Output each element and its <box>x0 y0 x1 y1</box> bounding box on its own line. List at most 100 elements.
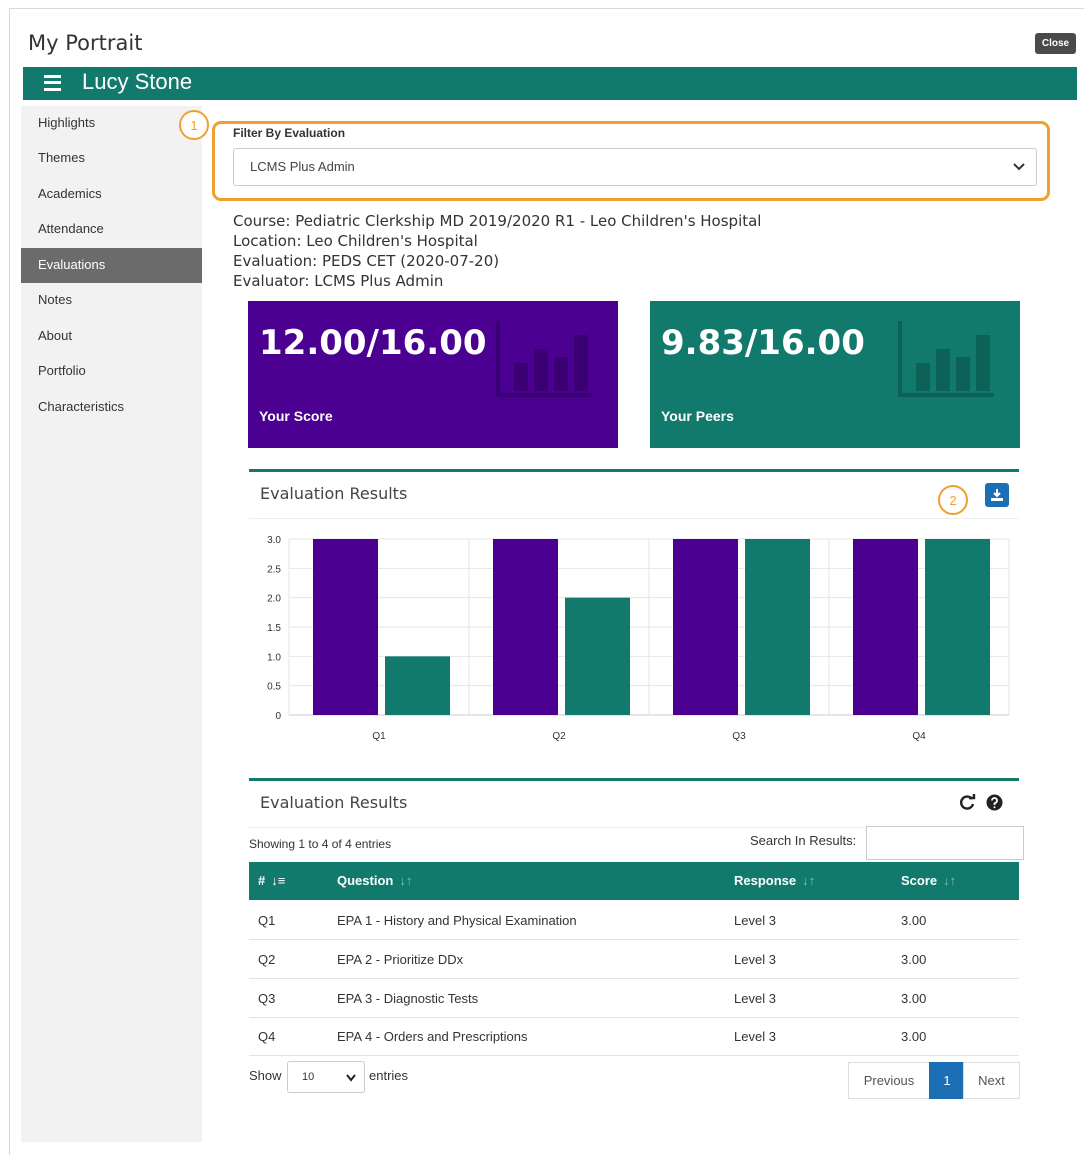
cell-number: Q2 <box>258 952 276 967</box>
bar-q1-series-1 <box>313 539 378 715</box>
column-header-question[interactable]: Question ↓↑ <box>337 873 412 888</box>
hamburger-icon[interactable] <box>42 73 66 93</box>
search-input[interactable] <box>866 826 1024 860</box>
y-tick-label: 3.0 <box>267 535 281 546</box>
table-row: Q3 EPA 3 - Diagnostic Tests Level 3 3.00 <box>249 979 1019 1018</box>
sidebar-item-portfolio[interactable]: Portfolio <box>21 354 202 389</box>
cell-number: Q3 <box>258 991 276 1006</box>
bar-q3-series-1 <box>673 539 738 715</box>
window-border-left <box>9 8 10 1155</box>
page-length-select[interactable]: 10 <box>287 1061 365 1093</box>
show-label: Show <box>249 1068 282 1083</box>
column-header-label: Score <box>901 873 938 888</box>
pagination-previous[interactable]: Previous <box>848 1062 930 1099</box>
column-header-label: # <box>258 873 266 888</box>
cell-question: EPA 4 - Orders and Prescriptions <box>337 1029 528 1044</box>
y-tick-label: 0.5 <box>267 682 281 693</box>
cell-question: EPA 2 - Prioritize DDx <box>337 952 464 967</box>
cell-score: 3.00 <box>901 991 927 1006</box>
your-score-value: 12.00/16.00 <box>259 323 487 363</box>
evaluation-bar-chart: 0 0.5 1.0 1.5 2.0 2.5 3.0 Q1 Q2 Q3 Q4 <box>267 535 1010 742</box>
download-icon <box>991 489 1003 501</box>
cell-response: Level 3 <box>734 913 776 928</box>
student-header-bar: Lucy Stone <box>21 67 1077 100</box>
pagination-page-1[interactable]: 1 <box>929 1062 965 1099</box>
y-tick-label: 2.0 <box>267 594 281 605</box>
sidebar-item-label: Highlights <box>38 115 96 130</box>
sidebar-item-about[interactable]: About <box>21 319 202 354</box>
course-info: Course: Pediatric Clerkship MD 2019/2020… <box>233 212 762 230</box>
sort-icon: ↓↑ <box>802 873 816 888</box>
sort-icon: ↓↑ <box>943 873 957 888</box>
close-button[interactable]: Close <box>1035 33 1076 54</box>
location-info: Location: Leo Children's Hospital <box>233 232 478 250</box>
y-tick-label: 2.5 <box>267 564 281 575</box>
cell-response: Level 3 <box>734 1029 776 1044</box>
column-header-score[interactable]: Score ↓↑ <box>901 873 956 888</box>
sidebar-item-notes[interactable]: Notes <box>21 283 202 318</box>
column-header-label: Response <box>734 873 797 888</box>
x-tick-label: Q4 <box>912 731 926 742</box>
panel-divider <box>249 518 1019 519</box>
sidebar-item-academics[interactable]: Academics <box>21 177 202 212</box>
your-peers-label: Your Peers <box>661 408 734 424</box>
sidebar-nav: Highlights Themes Academics Attendance E… <box>21 106 202 1142</box>
bar-chart-icon <box>898 321 994 397</box>
y-tick-label: 1.5 <box>267 623 281 634</box>
sidebar-item-characteristics[interactable]: Characteristics <box>21 390 202 425</box>
cell-response: Level 3 <box>734 952 776 967</box>
cell-number: Q1 <box>258 913 276 928</box>
sidebar-item-attendance[interactable]: Attendance <box>21 212 202 247</box>
search-label: Search In Results: <box>750 833 857 848</box>
evaluator-info: Evaluator: LCMS Plus Admin <box>233 272 444 290</box>
evaluation-info: Evaluation: PEDS CET (2020-07-20) <box>233 252 500 270</box>
sidebar-item-label: About <box>38 328 72 343</box>
sidebar-item-themes[interactable]: Themes <box>21 141 202 176</box>
help-icon[interactable] <box>986 794 1003 811</box>
table-row: Q2 EPA 2 - Prioritize DDx Level 3 3.00 <box>249 940 1019 979</box>
table-info: Showing 1 to 4 of 4 entries <box>249 837 392 851</box>
header-edge <box>21 67 23 100</box>
cell-score: 3.00 <box>901 952 927 967</box>
chevron-down-icon <box>346 1074 356 1082</box>
sidebar-item-label: Academics <box>38 186 102 201</box>
sort-icon: ↓↑ <box>399 873 413 888</box>
bar-q4-series-2 <box>925 539 990 715</box>
sidebar-item-label: Themes <box>38 150 85 165</box>
column-header-response[interactable]: Response ↓↑ <box>734 873 815 888</box>
your-peers-card: 9.83/16.00 Your Peers <box>650 301 1020 448</box>
filter-selected-value: LCMS Plus Admin <box>250 159 355 174</box>
column-header-number[interactable]: # ↓≡ <box>258 873 285 888</box>
table-row: Q4 EPA 4 - Orders and Prescriptions Leve… <box>249 1017 1019 1056</box>
x-tick-label: Q2 <box>552 731 566 742</box>
sidebar-item-evaluations[interactable]: Evaluations <box>21 248 202 283</box>
entries-label: entries <box>369 1068 409 1083</box>
cell-question: EPA 1 - History and Physical Examination <box>337 913 577 928</box>
download-button[interactable] <box>985 483 1009 507</box>
app-title: My Portrait <box>28 31 143 55</box>
table-row: Q1 EPA 1 - History and Physical Examinat… <box>249 901 1019 940</box>
your-peers-value: 9.83/16.00 <box>661 323 865 363</box>
sort-ascending-icon: ↓≡ <box>271 873 286 888</box>
sidebar-item-label: Characteristics <box>38 399 124 414</box>
evaluation-filter-select[interactable]: LCMS Plus Admin <box>233 148 1037 186</box>
callout-marker-1: 1 <box>179 110 209 140</box>
bar-q1-series-2 <box>385 656 450 715</box>
sidebar-item-highlights[interactable]: Highlights <box>21 106 202 141</box>
student-name: Lucy Stone <box>82 69 193 94</box>
y-tick-label: 0 <box>275 711 281 722</box>
cell-score: 3.00 <box>901 913 927 928</box>
refresh-icon[interactable] <box>959 794 976 811</box>
y-tick-label: 1.0 <box>267 652 281 663</box>
bar-q2-series-2 <box>565 597 630 715</box>
sidebar-item-label: Evaluations <box>38 257 106 272</box>
callout-marker-2: 2 <box>938 485 968 515</box>
bar-chart-icon <box>496 321 592 397</box>
cell-question: EPA 3 - Diagnostic Tests <box>337 991 479 1006</box>
bar-q2-series-1 <box>493 539 558 715</box>
cell-number: Q4 <box>258 1029 276 1044</box>
bar-q3-series-2 <box>745 539 810 715</box>
pagination-next[interactable]: Next <box>963 1062 1020 1099</box>
sidebar-item-label: Attendance <box>38 221 104 236</box>
your-score-card: 12.00/16.00 Your Score <box>248 301 618 448</box>
